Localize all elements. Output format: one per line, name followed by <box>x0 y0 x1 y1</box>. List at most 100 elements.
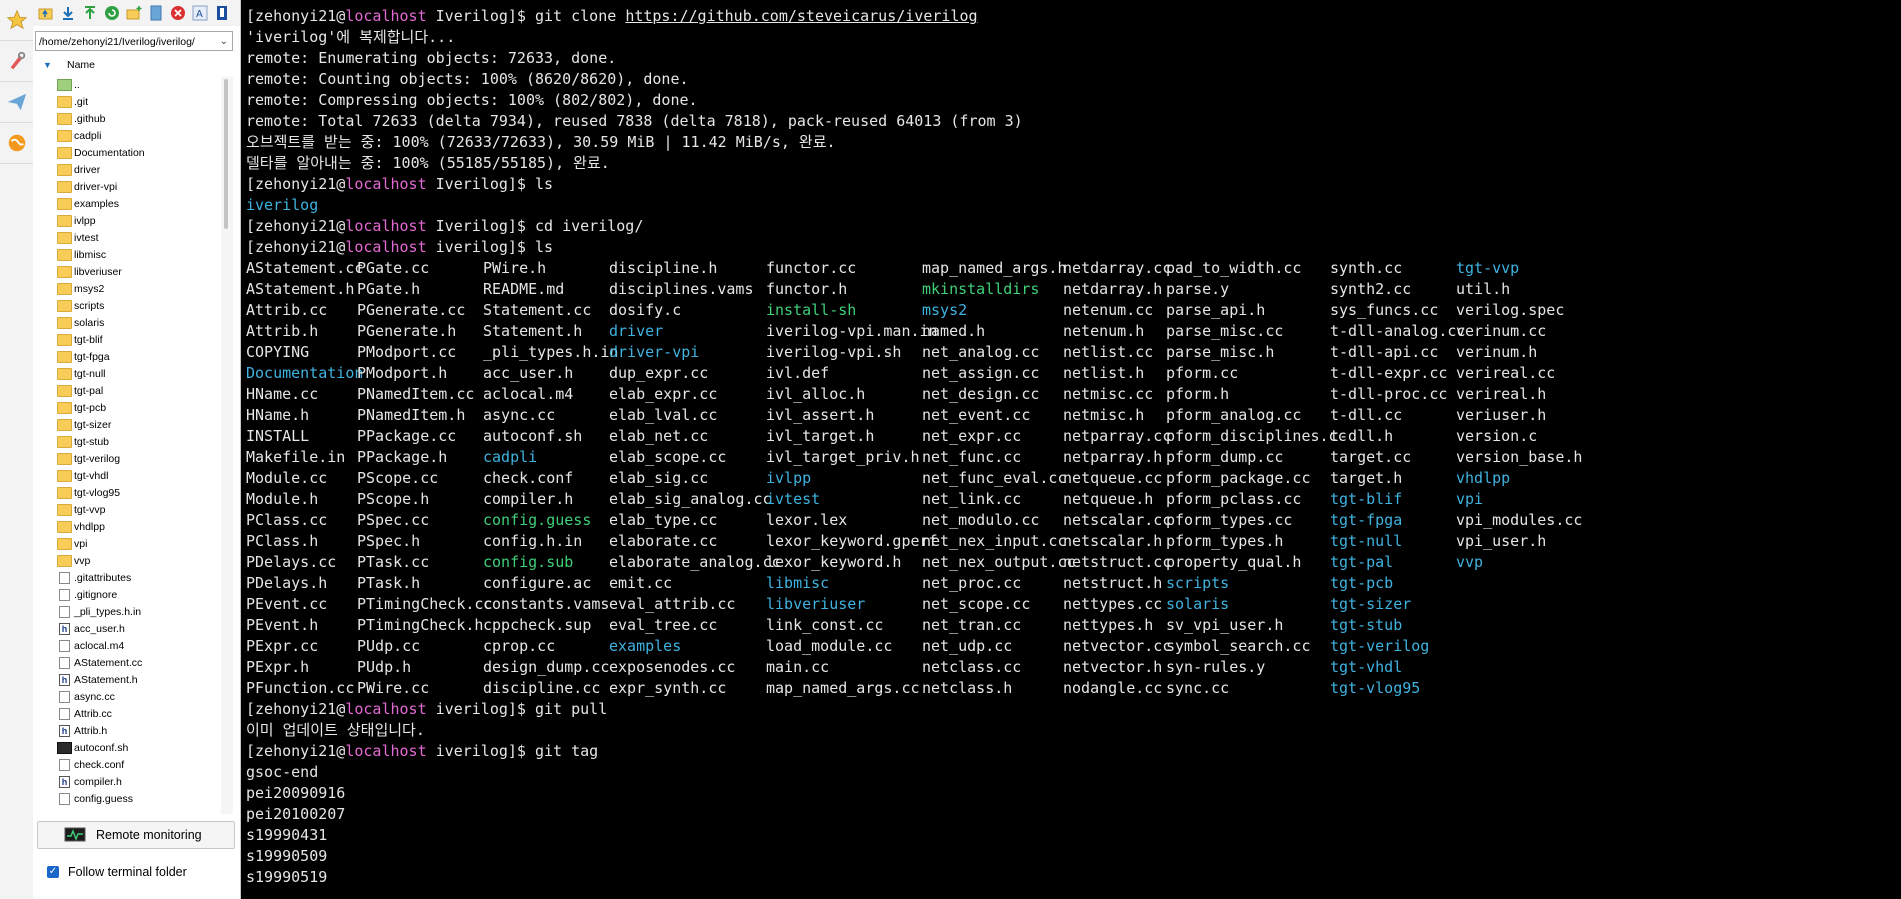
file-list-item[interactable]: _pli_types.h.in <box>33 604 219 621</box>
ls-directory: driver <box>609 322 664 340</box>
file-list-item[interactable]: tgt-null <box>33 366 219 383</box>
new-file-icon[interactable] <box>146 3 166 23</box>
file-list-item[interactable]: examples <box>33 196 219 213</box>
file-list-item[interactable]: .git <box>33 94 219 111</box>
properties-icon[interactable] <box>212 3 232 23</box>
file-list-item[interactable]: solaris <box>33 315 219 332</box>
sort-descending-icon: ▼ <box>43 60 52 70</box>
prompt-user: [zehonyi21@ <box>246 238 346 256</box>
file-list-item[interactable]: .. <box>33 77 219 94</box>
download-icon[interactable] <box>58 3 78 23</box>
file-list-item[interactable]: msys2 <box>33 281 219 298</box>
ls-file: link_const.cc <box>766 616 884 634</box>
file-list-item[interactable]: AStatement.cc <box>33 655 219 672</box>
output-line: pei20090916 <box>246 783 1896 804</box>
ls-file: net_func.cc <box>922 448 1022 466</box>
file-list-item[interactable]: h Attrib.h <box>33 723 219 740</box>
file-list-item[interactable]: tgt-pcb <box>33 400 219 417</box>
file-list-item[interactable]: vpi <box>33 536 219 553</box>
file-list-item[interactable]: driver-vpi <box>33 179 219 196</box>
repo-link[interactable]: https://github.com/steveicarus/iverilog <box>625 7 977 25</box>
ls-file: net_tran.cc <box>922 616 1022 634</box>
monitor-icon <box>64 827 86 841</box>
up-folder-icon[interactable] <box>36 3 56 23</box>
path-dropdown[interactable]: /home/zehonyi21/Iverilog/iverilog/ ⌄ <box>35 31 233 51</box>
file-list-item[interactable]: driver <box>33 162 219 179</box>
ls-file: netstruct.h <box>1063 574 1163 592</box>
folder-icon <box>57 130 72 142</box>
file-list-item[interactable]: tgt-sizer <box>33 417 219 434</box>
file-list-item[interactable]: tgt-vhdl <box>33 468 219 485</box>
file-list-item[interactable]: tgt-verilog <box>33 451 219 468</box>
file-list-item[interactable]: aclocal.m4 <box>33 638 219 655</box>
file-list-item[interactable]: Attrib.cc <box>33 706 219 723</box>
tools-icon[interactable] <box>0 41 33 82</box>
follow-terminal-folder[interactable]: ✓ Follow terminal folder <box>47 865 187 879</box>
file-list-item[interactable]: async.cc <box>33 689 219 706</box>
globe-icon[interactable] <box>0 123 33 164</box>
file-list-item[interactable]: config.guess <box>33 791 219 808</box>
file-list-item[interactable]: check.conf <box>33 757 219 774</box>
ls-file: net_nex_output.cc <box>922 553 1076 571</box>
ls-file: netscalar.h <box>1063 532 1163 550</box>
prompt-line: [zehonyi21@localhost Iverilog]$ ls <box>246 174 1896 195</box>
scrollbar-thumb[interactable] <box>224 79 228 229</box>
follow-checkbox[interactable]: ✓ <box>47 866 59 878</box>
ls-file: net_udp.cc <box>922 637 1013 655</box>
ls-file: netmisc.h <box>1063 406 1145 424</box>
ls-file: net_assign.cc <box>922 364 1040 382</box>
file-list-item[interactable]: libmisc <box>33 247 219 264</box>
ls-file: PWire.h <box>483 259 547 277</box>
chevron-down-icon[interactable]: ⌄ <box>220 32 228 50</box>
file-list-item[interactable]: vvp <box>33 553 219 570</box>
folder-icon <box>57 385 72 397</box>
ls-executable: config.sub <box>483 553 574 571</box>
remote-monitoring-button[interactable]: Remote monitoring <box>37 821 235 849</box>
file-list-item[interactable]: scripts <box>33 298 219 315</box>
file-list-item[interactable]: tgt-stub <box>33 434 219 451</box>
file-name: .. <box>74 79 80 91</box>
file-list-item[interactable]: Documentation <box>33 145 219 162</box>
refresh-icon[interactable] <box>102 3 122 23</box>
file-list-item[interactable]: h compiler.h <box>33 774 219 791</box>
folder-icon <box>57 215 72 227</box>
upload-icon[interactable] <box>80 3 100 23</box>
delete-icon[interactable] <box>168 3 188 23</box>
ls-file: dosify.c <box>609 301 682 319</box>
file-list-item[interactable]: tgt-fpga <box>33 349 219 366</box>
file-list-item[interactable]: tgt-blif <box>33 332 219 349</box>
file-list-item[interactable]: .gitignore <box>33 587 219 604</box>
ls-file: pad_to_width.cc <box>1166 259 1302 277</box>
column-header[interactable]: ▼ Name <box>33 56 219 74</box>
file-list-item[interactable]: tgt-pal <box>33 383 219 400</box>
output-text: s19990509 <box>246 847 328 865</box>
file-list-item[interactable]: tgt-vvp <box>33 502 219 519</box>
file-list: .. .git .github cadpli Documentation driver dr… <box>33 77 219 814</box>
file-list-item[interactable]: autoconf.sh <box>33 740 219 757</box>
file-list-item[interactable]: h acc_user.h <box>33 621 219 638</box>
file-list-item[interactable]: tgt-vlog95 <box>33 485 219 502</box>
output-text: remote: Counting objects: 100% (8620/862… <box>246 70 689 88</box>
send-icon[interactable] <box>0 82 33 123</box>
file-list-item[interactable]: libveriuser <box>33 264 219 281</box>
terminal[interactable]: [zehonyi21@localhost Iverilog]$ git clon… <box>241 0 1901 899</box>
file-list-scrollbar[interactable] <box>221 77 233 814</box>
ls-directory: vhdlpp <box>1456 469 1511 487</box>
ls-file: t-dll.cc <box>1330 406 1403 424</box>
file-list-item[interactable]: cadpli <box>33 128 219 145</box>
prompt-line: [zehonyi21@localhost iverilog]$ ls <box>246 237 1896 258</box>
favorites-star-icon[interactable] <box>0 0 33 41</box>
file-list-item[interactable]: h AStatement.h <box>33 672 219 689</box>
file-list-item[interactable]: .gitattributes <box>33 570 219 587</box>
file-list-item[interactable]: ivtest <box>33 230 219 247</box>
ls-file: verilog.spec <box>1456 301 1565 319</box>
follow-label: Follow terminal folder <box>68 865 187 879</box>
file-list-item[interactable]: .github <box>33 111 219 128</box>
file-list-item[interactable]: vhdlpp <box>33 519 219 536</box>
new-folder-icon[interactable] <box>124 3 144 23</box>
file-list-item[interactable]: ivlpp <box>33 213 219 230</box>
ls-file: net_scope.cc <box>922 595 1031 613</box>
ls-file: check.conf <box>483 469 574 487</box>
ls-file: PUdp.cc <box>357 637 421 655</box>
rename-icon[interactable]: A <box>190 3 210 23</box>
